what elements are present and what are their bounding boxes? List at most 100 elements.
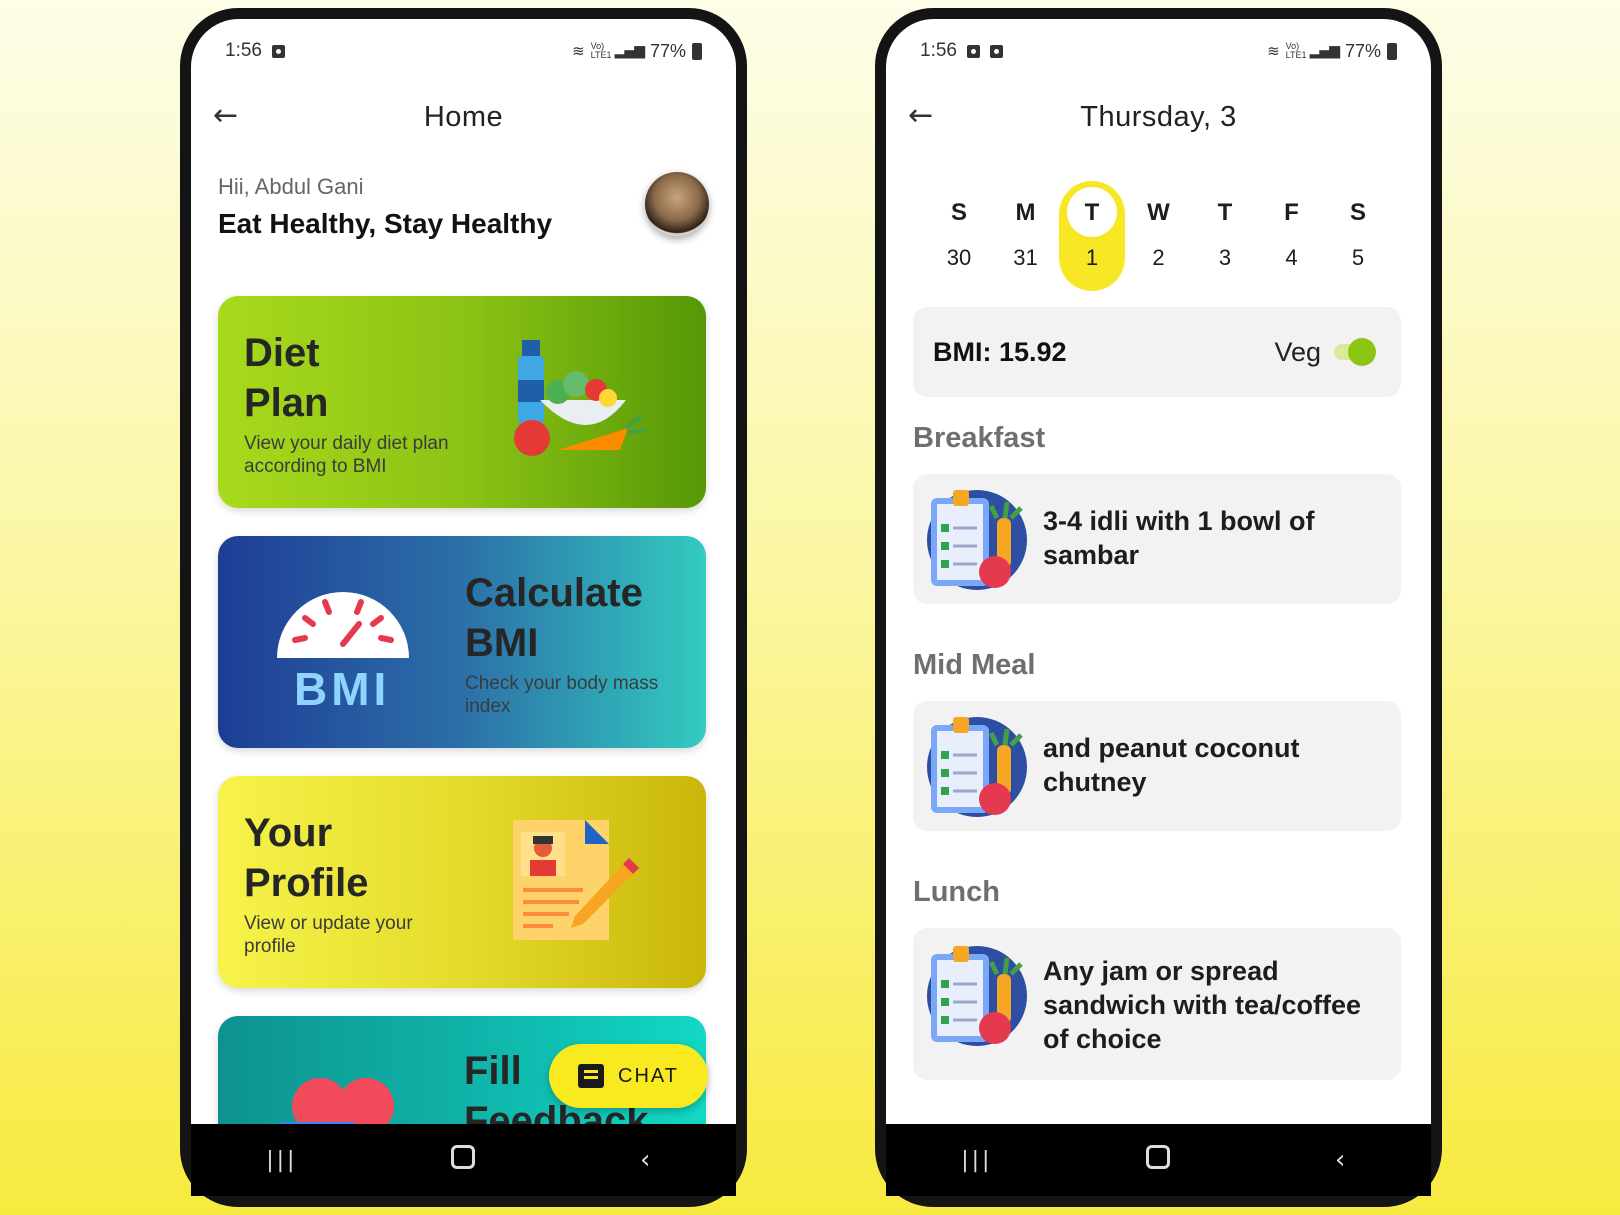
- day-date: 4: [1285, 245, 1298, 270]
- battery-percent: 77%: [1344, 40, 1381, 61]
- veg-label: Veg: [1274, 337, 1321, 367]
- battery-percent: 77%: [649, 40, 686, 61]
- your-profile-card[interactable]: Your Profile View or update your profile: [218, 776, 706, 988]
- veg-toggle[interactable]: [1334, 338, 1376, 366]
- card-desc-line1: View your daily diet plan: [244, 433, 449, 454]
- status-bar: 1:56 ≋ Vo) LTE1 ▂▄▆ 77%: [920, 39, 1397, 63]
- card-title-line1: Fill: [464, 1049, 522, 1093]
- image-icon: [966, 44, 980, 58]
- card-title-line2: Profile: [244, 861, 369, 905]
- card-desc-line1: View or update your: [244, 913, 413, 934]
- diet-checklist-icon: [927, 717, 1027, 817]
- phone-home: 1:56 ≋ Vo) LTE1 ▂▄▆ 77% ← Home Hii, Abdu…: [180, 8, 747, 1207]
- day-letter: T: [1217, 199, 1233, 226]
- signal-icon: ▂▄▆: [1309, 43, 1340, 59]
- calendar-day[interactable]: M 31: [993, 181, 1059, 291]
- home-screen: 1:56 ≋ Vo) LTE1 ▂▄▆ 77% ← Home Hii, Abdu…: [191, 19, 736, 1196]
- notification-icon: [271, 44, 285, 58]
- recent-apps-icon[interactable]: |||: [947, 1148, 1007, 1173]
- status-time: 1:56: [225, 40, 262, 61]
- card-title-line1: Diet: [244, 331, 320, 375]
- network-label: Vo) LTE1: [590, 41, 612, 60]
- day-letter: F: [1284, 199, 1299, 226]
- app-bar: ← Thursday, 3: [886, 89, 1431, 149]
- day-letter: W: [1147, 199, 1170, 226]
- day-letter: M: [1015, 199, 1036, 226]
- bmi-value: BMI: 15.92: [933, 337, 1067, 367]
- diet-plan-screen: 1:56 ≋ Vo) LTE1 ▂▄▆ 77% ← Thursday, 3 S …: [886, 19, 1431, 1196]
- meal-line1: Any jam or spread: [1043, 956, 1279, 986]
- week-calendar: S 30 M 31 T 1 W 2 T 3 F 4 S 5: [926, 181, 1391, 291]
- diet-checklist-icon: [927, 490, 1027, 590]
- day-letter: S: [1349, 199, 1366, 226]
- bmi-summary: BMI: 15.92 Veg: [913, 307, 1401, 397]
- page-title: Home: [423, 101, 504, 133]
- meal-line2: chutney: [1043, 767, 1147, 797]
- chat-button[interactable]: CHAT: [549, 1044, 708, 1108]
- day-date: 1: [1085, 245, 1099, 270]
- calculate-bmi-card[interactable]: BMI Calculate BMI Check your body mass i…: [218, 536, 706, 748]
- diet-plan-card[interactable]: Diet Plan View your daily diet plan acco…: [218, 296, 706, 508]
- calendar-day-selected[interactable]: T 1: [1059, 181, 1125, 291]
- card-title-line1: Calculate: [465, 571, 643, 615]
- meal-card[interactable]: and peanut coconut chutney: [913, 701, 1401, 831]
- home-icon[interactable]: [433, 1144, 493, 1176]
- day-date: 2: [1152, 245, 1165, 270]
- day-date: 30: [946, 245, 972, 270]
- notification-icon: [989, 44, 1003, 58]
- chevron-left-icon[interactable]: ‹: [615, 1145, 675, 1175]
- card-desc-line2: index: [465, 696, 511, 717]
- home-icon[interactable]: [1128, 1144, 1188, 1176]
- signal-icon: ▂▄▆: [614, 43, 645, 59]
- calendar-day[interactable]: W 2: [1126, 181, 1192, 291]
- system-nav-bar: ||| ‹: [191, 1124, 736, 1196]
- battery-icon: [1387, 42, 1397, 60]
- card-desc-line2: profile: [244, 936, 296, 957]
- meal-card[interactable]: Any jam or spread sandwich with tea/coff…: [913, 928, 1401, 1080]
- greeting: Hii, Abdul Gani: [218, 174, 364, 199]
- page-title: Thursday, 3: [1080, 101, 1237, 133]
- meal-card[interactable]: 3-4 idli with 1 bowl of sambar: [913, 474, 1401, 604]
- calendar-day[interactable]: T 3: [1192, 181, 1258, 291]
- meal-line3: of choice: [1043, 1024, 1162, 1054]
- calendar-day[interactable]: F 4: [1259, 181, 1325, 291]
- diet-checklist-icon: [927, 946, 1027, 1046]
- day-date: 31: [1013, 245, 1038, 270]
- profile-document-icon: [513, 820, 639, 940]
- day-letter: S: [950, 199, 967, 226]
- day-date: 5: [1351, 245, 1365, 270]
- section-heading: Mid Meal: [913, 649, 1036, 681]
- card-title-line1: Your: [244, 811, 333, 855]
- card-title-line2: Plan: [244, 381, 329, 425]
- chevron-left-icon[interactable]: ‹: [1310, 1145, 1370, 1175]
- meal-line1: and peanut coconut: [1043, 733, 1300, 763]
- wifi-icon: ≋: [1267, 42, 1280, 60]
- day-date: 3: [1218, 245, 1232, 270]
- section-heading: Lunch: [913, 876, 1000, 908]
- wifi-icon: ≋: [572, 42, 585, 60]
- app-bar: ← Home: [191, 89, 736, 149]
- section-heading: Breakfast: [913, 422, 1046, 454]
- card-title-line2: BMI: [465, 621, 539, 665]
- status-time: 1:56: [920, 40, 957, 61]
- calendar-day[interactable]: S 30: [926, 181, 992, 291]
- phone-diet-plan: 1:56 ≋ Vo) LTE1 ▂▄▆ 77% ← Thursday, 3 S …: [875, 8, 1442, 1207]
- chat-label: CHAT: [618, 1064, 679, 1087]
- network-label: Vo) LTE1: [1285, 41, 1307, 60]
- meal-line1: 3-4 idli with 1 bowl of: [1043, 506, 1315, 536]
- salad-icon: [514, 340, 647, 456]
- card-desc-line2: according to BMI: [244, 456, 387, 477]
- card-desc-line1: Check your body mass: [465, 673, 659, 694]
- calendar-day[interactable]: S 5: [1325, 181, 1391, 291]
- meal-line2: sambar: [1043, 540, 1140, 570]
- tagline: Eat Healthy, Stay Healthy: [218, 208, 553, 239]
- battery-icon: [692, 42, 702, 60]
- bmi-badge-label: BMI: [294, 663, 391, 715]
- system-nav-bar: ||| ‹: [886, 1124, 1431, 1196]
- day-letter: T: [1084, 199, 1100, 226]
- status-bar: 1:56 ≋ Vo) LTE1 ▂▄▆ 77%: [225, 39, 702, 63]
- avatar[interactable]: [645, 172, 709, 236]
- meal-line2: sandwich with tea/coffee: [1043, 990, 1362, 1020]
- recent-apps-icon[interactable]: |||: [252, 1148, 312, 1173]
- message-icon: [578, 1064, 605, 1088]
